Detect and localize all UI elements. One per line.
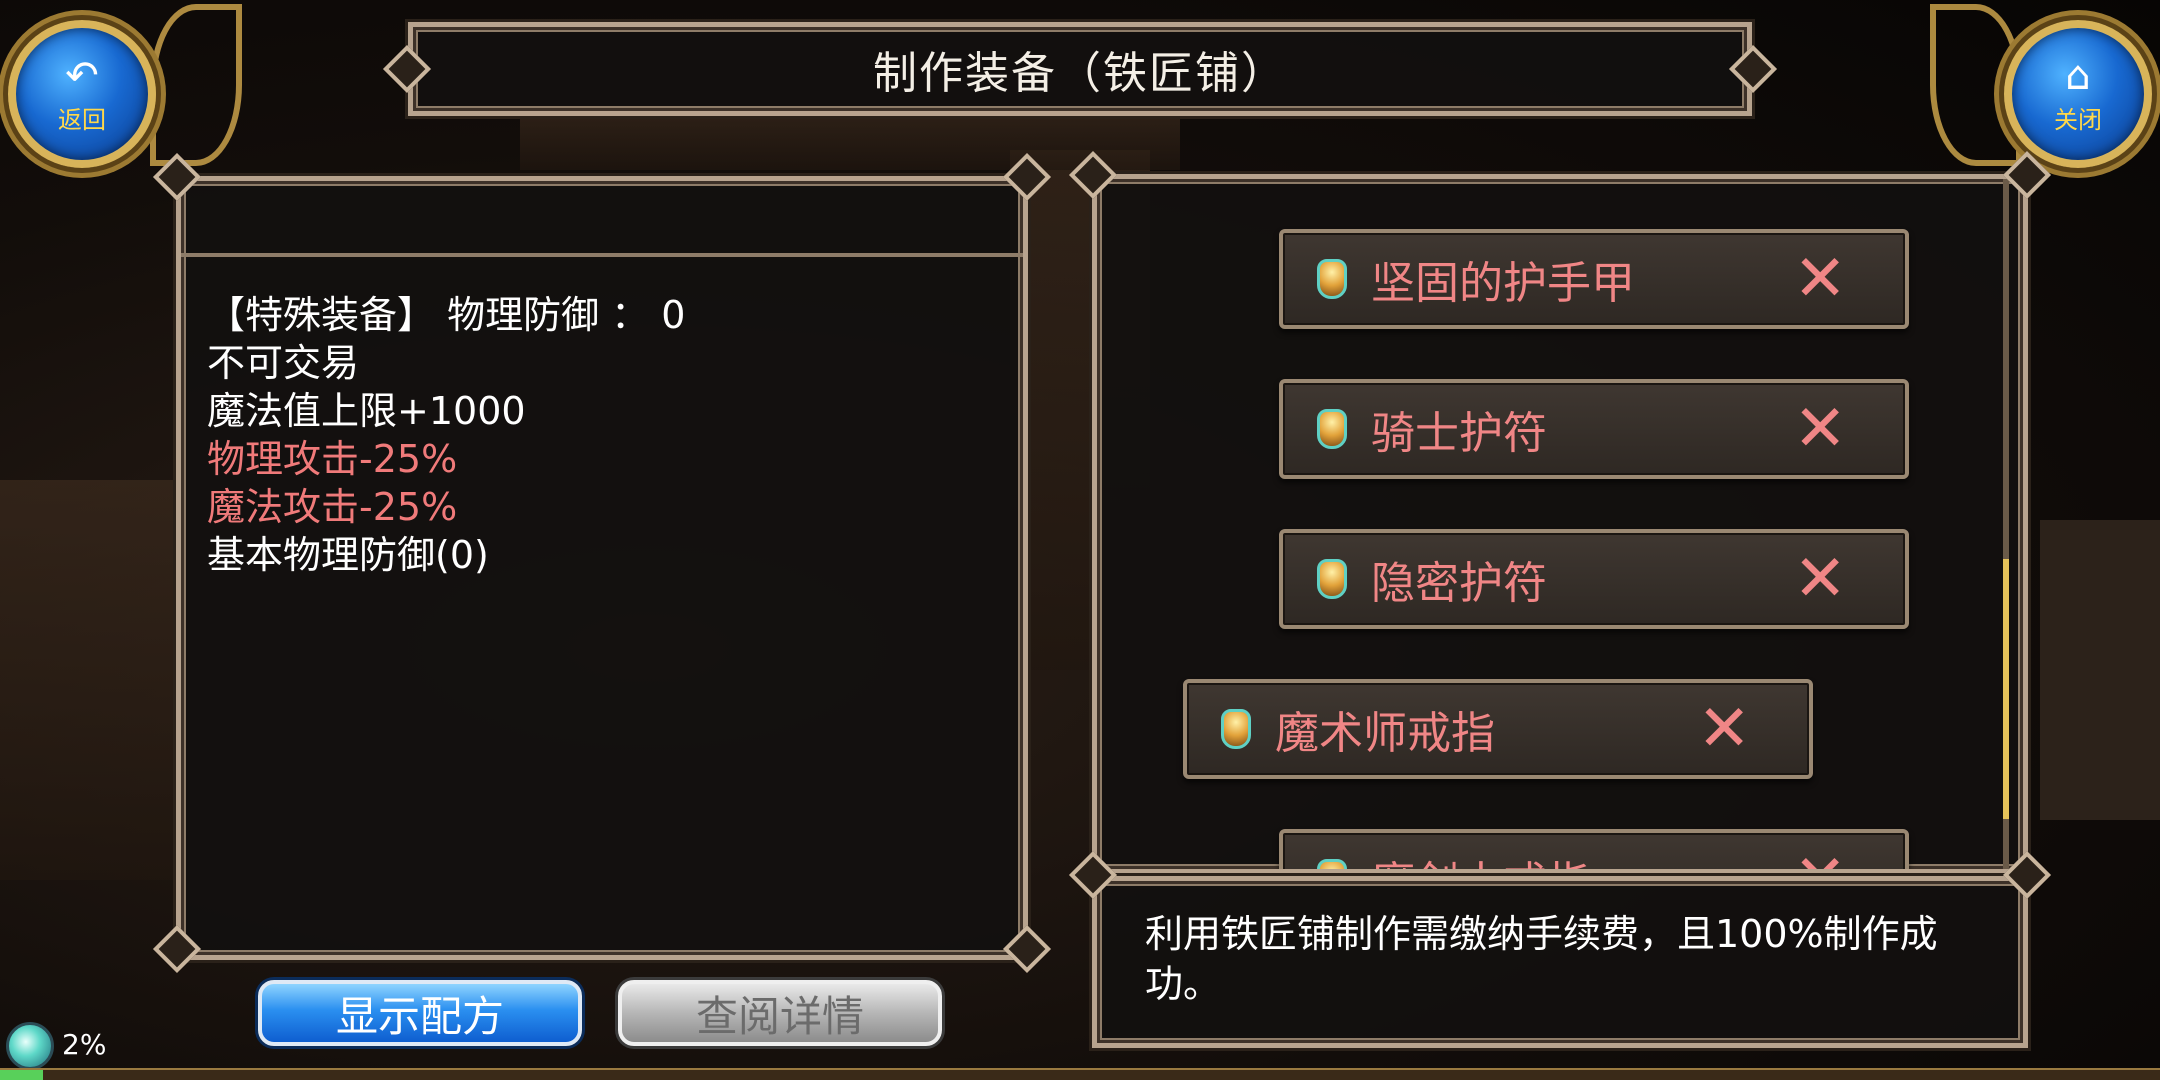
back-button[interactable]: ↶ 返回 <box>8 20 156 168</box>
attribute-line: 【特殊装备】 物理防御 ： 0 <box>207 293 686 337</box>
recipe-item[interactable]: 骑士护符 ✕ <box>1279 379 1909 479</box>
recipe-item[interactable]: 坚固的护手甲 ✕ <box>1279 229 1909 329</box>
recipe-item-name: 魔术师戒指 <box>1275 708 1495 759</box>
back-ornament <box>150 4 242 166</box>
attribute-line: 物理攻击-25% <box>207 437 458 481</box>
item-attributes: 【特殊装备】 物理防御 ： 0 不可交易 魔法值上限+1000 物理攻击-25% 魔法攻… <box>207 291 685 579</box>
equipment-gem-icon <box>1317 559 1347 599</box>
recipe-list-panel[interactable]: 坚固的护手甲✕骑士护符✕隐密护符✕魔术师戒指✕魔剑士戒指✕ <box>1092 174 2028 874</box>
equipment-gem-icon <box>1317 859 1347 869</box>
close-button[interactable]: ⌂ 关闭 <box>2004 20 2152 168</box>
back-button-label: 返回 <box>58 105 106 134</box>
unavailable-x-icon: ✕ <box>1793 392 1847 466</box>
attribute-line: 基本物理防御(0) <box>207 533 489 577</box>
info-text: 利用铁匠铺制作需缴纳手续费，且100%制作成功。 <box>1145 912 1938 1006</box>
attribute-line: 魔法值上限+1000 <box>207 389 526 433</box>
page-title: 制作装备（铁匠铺） <box>873 48 1287 99</box>
equipment-gem-icon <box>1317 259 1347 299</box>
home-icon: ⌂ <box>2065 52 2091 99</box>
unavailable-x-icon: ✕ <box>1793 542 1847 616</box>
attribute-line: 不可交易 <box>207 341 360 385</box>
title-bar: 制作装备（铁匠铺） <box>408 22 1752 116</box>
view-details-button[interactable]: 查阅详情 <box>618 980 942 1046</box>
show-recipe-button[interactable]: 显示配方 <box>258 980 582 1046</box>
unavailable-x-icon: ✕ <box>1793 847 1847 869</box>
item-name-header <box>181 181 1023 257</box>
recipe-item-name: 坚固的护手甲 <box>1371 258 1635 309</box>
recipe-item-name: 隐密护符 <box>1371 558 1547 609</box>
background-window <box>2040 520 2160 820</box>
item-description-panel: 【特殊装备】 物理防御 ： 0 不可交易 魔法值上限+1000 物理攻击-25% 魔法攻… <box>176 176 1028 960</box>
mana-orb-icon <box>6 1022 54 1070</box>
exp-bar-fill <box>0 1070 44 1080</box>
recipe-scroll-thumb[interactable] <box>2003 559 2009 819</box>
equipment-gem-icon <box>1317 409 1347 449</box>
recipe-item[interactable]: 隐密护符 ✕ <box>1279 529 1909 629</box>
close-button-label: 关闭 <box>2054 105 2102 134</box>
recipe-item[interactable]: 魔剑士戒指✕ <box>1279 829 1909 869</box>
exp-bar <box>0 1068 2160 1080</box>
attribute-line: 魔法攻击-25% <box>207 485 458 529</box>
recipe-item-name: 魔剑士戒指 <box>1371 847 1793 869</box>
background-cabinet <box>0 480 176 880</box>
return-arrow-icon: ↶ <box>65 52 99 99</box>
recipe-item-name: 骑士护符 <box>1371 408 1547 459</box>
unavailable-x-icon: ✕ <box>1697 692 1751 766</box>
recipe-item[interactable]: 魔术师戒指 ✕ <box>1183 679 1813 779</box>
info-panel: 利用铁匠铺制作需缴纳手续费，且100%制作成功。 <box>1092 876 2028 1048</box>
unavailable-x-icon: ✕ <box>1793 242 1847 316</box>
equipment-gem-icon <box>1221 709 1251 749</box>
status-percent: 2% <box>62 1028 107 1061</box>
